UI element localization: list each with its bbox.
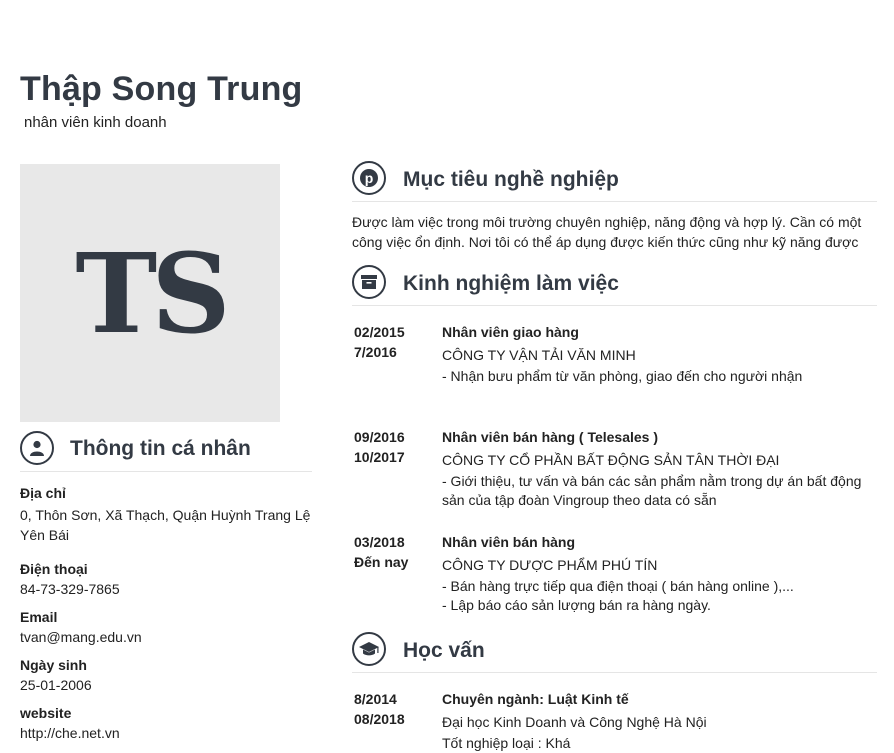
objective-line1: Được làm việc trong môi trường chuyên ng… (352, 214, 862, 230)
phone-label: Điện thoại (20, 561, 88, 577)
job-description: sản của tập đoàn Vingroup theo data có s… (442, 492, 717, 508)
svg-text:p: p (365, 170, 374, 186)
website-label: website (20, 705, 72, 721)
phone-value: 84-73-329-7865 (20, 581, 120, 597)
website-link[interactable]: http://che.net.vn (20, 723, 120, 743)
objective-line2: công việc ổn định. Nơi tôi có thể áp dụn… (352, 234, 859, 250)
address-line1: 0, Thôn Sơn, Xã Thạch, Quận Huỳnh Trang … (20, 507, 311, 523)
avatar-initials: TS (75, 228, 230, 358)
edu-major: Chuyên ngành: Luật Kinh tế (442, 691, 629, 707)
divider (352, 305, 877, 306)
job-description: - Giới thiệu, tư vấn và bán các sản phẩm… (442, 473, 862, 489)
job-company: CÔNG TY DƯỢC PHẨM PHÚ TÍN (442, 557, 658, 573)
job-position: Nhân viên giao hàng (442, 324, 579, 340)
job-description: - Bán hàng trực tiếp qua điện thoại ( bá… (442, 578, 794, 594)
address-label: Địa chỉ (20, 485, 66, 501)
job-position: Nhân viên bán hàng ( Telesales ) (442, 429, 659, 445)
address-line2: Yên Bái (20, 527, 70, 543)
archive-icon (352, 265, 386, 299)
job-end-date: Đến nay (354, 554, 409, 570)
dob-label: Ngày sinh (20, 657, 87, 673)
job-position: Nhân viên bán hàng (442, 534, 576, 550)
job-start-date: 09/2016 (354, 429, 405, 445)
edu-start-date: 8/2014 (354, 691, 397, 707)
email-value[interactable]: tvan@mang.edu.vn (20, 627, 142, 647)
user-icon (20, 431, 54, 465)
divider (352, 201, 877, 202)
avatar: TS (20, 164, 280, 422)
job-start-date: 03/2018 (354, 534, 405, 550)
email-label: Email (20, 609, 58, 625)
education-title: Học vấn (403, 639, 485, 662)
divider (352, 672, 877, 673)
pinterest-icon: p (352, 161, 386, 195)
objective-title: Mục tiêu nghề nghiệp (403, 168, 619, 191)
personal-info-title: Thông tin cá nhân (70, 437, 251, 460)
job-company: CÔNG TY CỔ PHẦN BẤT ĐỘNG SẢN TÂN THỜI ĐẠ… (442, 452, 780, 468)
edu-school: Đại học Kinh Doanh và Công Nghệ Hà Nội (442, 714, 707, 730)
job-end-date: 7/2016 (354, 344, 397, 360)
job-description: - Lập báo cáo sản lượng bán ra hàng ngày… (442, 597, 711, 613)
job-description: - Nhận bưu phẩm từ văn phòng, giao đến c… (442, 368, 803, 384)
edu-end-date: 08/2018 (354, 711, 405, 727)
job-end-date: 10/2017 (354, 449, 405, 465)
job-company: CÔNG TY VẬN TẢI VĂN MINH (442, 347, 636, 363)
job-start-date: 02/2015 (354, 324, 405, 340)
dob-value: 25-01-2006 (20, 677, 92, 693)
graduation-cap-icon (352, 632, 386, 666)
experience-title: Kinh nghiệm làm việc (403, 272, 619, 295)
divider (20, 471, 312, 472)
edu-grade: Tốt nghiệp loại : Khá (442, 735, 571, 751)
candidate-name: Thập Song Trung (20, 70, 303, 108)
candidate-job-title: nhân viên kinh doanh (24, 114, 167, 131)
